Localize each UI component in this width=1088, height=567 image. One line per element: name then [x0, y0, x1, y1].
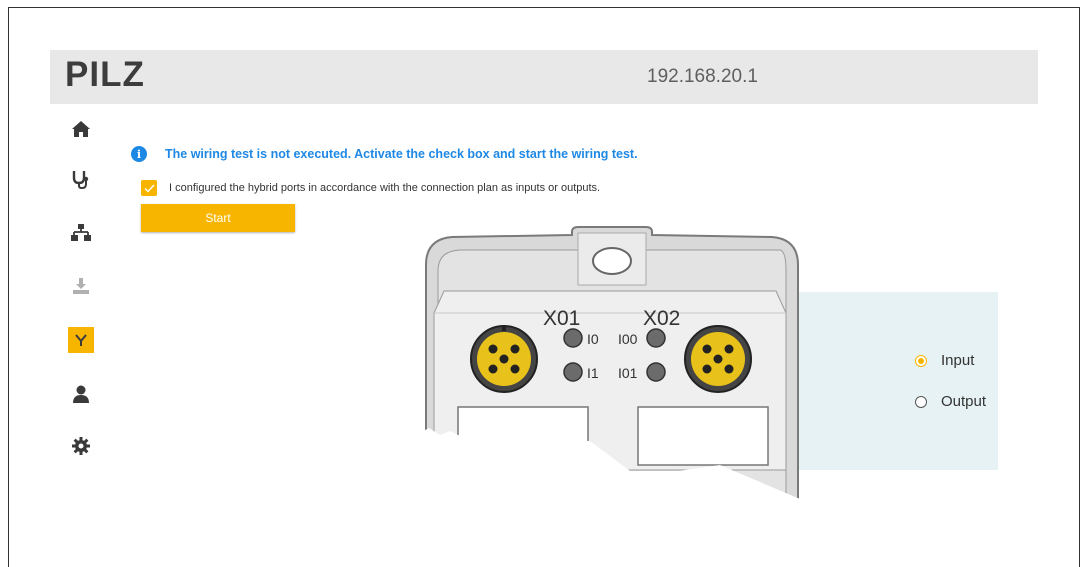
brand-logo: PILZ: [65, 55, 145, 94]
ip-address: 192.168.20.1: [647, 66, 758, 87]
alert-text: The wiring test is not executed. Activat…: [165, 147, 638, 161]
led-label-i01: I01: [618, 365, 638, 381]
led-label-i0: I0: [587, 331, 599, 347]
radio-input-label: Input: [941, 352, 975, 369]
checkmark-icon: [144, 184, 155, 193]
connector-x02: [684, 325, 752, 393]
wiring-icon-bg: [68, 327, 94, 353]
stethoscope-icon: [72, 171, 89, 189]
radio-output-label: Output: [941, 393, 987, 410]
sidebar-item-user[interactable]: [50, 369, 112, 419]
radio-option-input[interactable]: Input: [915, 352, 974, 369]
sidebar-item-diagnostics[interactable]: [50, 154, 112, 204]
radio-input[interactable]: [915, 354, 927, 367]
header-bar: PILZ 192.168.20.1: [50, 50, 1038, 104]
confirm-label: I configured the hybrid ports in accorda…: [169, 182, 601, 194]
sidebar: [50, 104, 112, 456]
sidebar-item-network[interactable]: [50, 208, 112, 258]
confirm-row: I configured the hybrid ports in accorda…: [141, 180, 600, 196]
download-icon: [73, 278, 89, 294]
confirm-checkbox[interactable]: [141, 180, 157, 196]
sidebar-item-settings[interactable]: [50, 421, 112, 471]
sidebar-item-home[interactable]: [50, 104, 112, 154]
home-icon: [72, 121, 90, 137]
led-label-i00: I00: [618, 331, 638, 347]
led-label-i1: I1: [587, 365, 599, 381]
port-mode-panel: Input Output: [798, 292, 998, 470]
network-icon: [71, 224, 91, 241]
led-i1: [563, 362, 583, 382]
led-i00: [646, 328, 666, 348]
start-button[interactable]: Start: [141, 204, 295, 232]
connector-x01: [470, 325, 538, 393]
port-label-x01: X01: [543, 307, 580, 330]
user-icon: [73, 385, 89, 403]
wiring-icon: [75, 334, 87, 346]
sidebar-item-wiring-test[interactable]: [50, 315, 112, 365]
info-icon: i: [131, 146, 147, 162]
sidebar-item-download[interactable]: [50, 261, 112, 311]
port-label-x02: X02: [643, 307, 680, 330]
led-i0: [563, 328, 583, 348]
led-i01: [646, 362, 666, 382]
info-alert: i The wiring test is not executed. Activ…: [131, 146, 638, 162]
gear-icon: [72, 437, 90, 455]
radio-output[interactable]: [915, 395, 927, 408]
device-illustration: X01 X02 I0 I1 I00 I01: [420, 226, 800, 510]
radio-option-output[interactable]: Output: [915, 393, 986, 410]
